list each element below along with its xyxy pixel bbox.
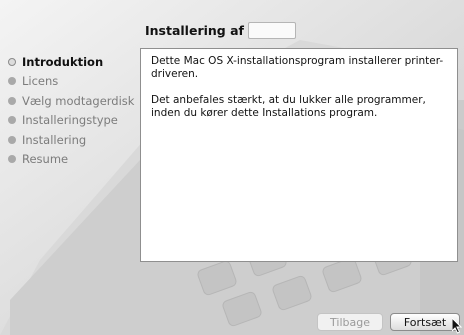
- circle-dot-icon: [8, 135, 16, 144]
- step-installeringstype: Installeringstype: [8, 111, 134, 131]
- circle-dot-icon: [8, 155, 16, 164]
- advice-paragraph: Det anbefales stærkt, at du lukker alle …: [151, 94, 426, 119]
- intro-paragraph: Dette Mac OS X-installationsprogram inst…: [151, 55, 444, 80]
- circle-dot-icon: [8, 96, 16, 105]
- step-label: Installering: [22, 132, 87, 147]
- window-title: Installering af: [145, 22, 244, 38]
- step-label: Vælg modtagerdisk: [22, 93, 135, 108]
- installer-steps-list: Introduktion Licens Vælg modtagerdisk In…: [8, 52, 134, 169]
- step-label: Installeringstype: [22, 113, 118, 128]
- step-introduktion: Introduktion: [8, 52, 134, 72]
- introduction-content-pane: Dette Mac OS X-installationsprogram inst…: [140, 48, 458, 262]
- back-button[interactable]: Tilbage: [317, 313, 383, 331]
- step-licens: Licens: [8, 72, 134, 92]
- circle-dot-icon: [8, 116, 16, 125]
- step-label: Resume: [22, 152, 69, 167]
- mouse-pointer-icon: [452, 318, 462, 334]
- step-label: Introduktion: [22, 54, 104, 69]
- title-product-field: [247, 21, 296, 39]
- window-title-bar: Installering af: [145, 20, 296, 40]
- step-label: Licens: [22, 74, 59, 89]
- step-resume: Resume: [8, 150, 134, 170]
- circle-dot-icon: [8, 57, 16, 66]
- step-installering: Installering: [8, 130, 134, 150]
- continue-button[interactable]: Fortsæt: [390, 313, 460, 331]
- circle-dot-icon: [8, 77, 16, 86]
- step-vaelg-modtagerdisk: Vælg modtagerdisk: [8, 91, 134, 111]
